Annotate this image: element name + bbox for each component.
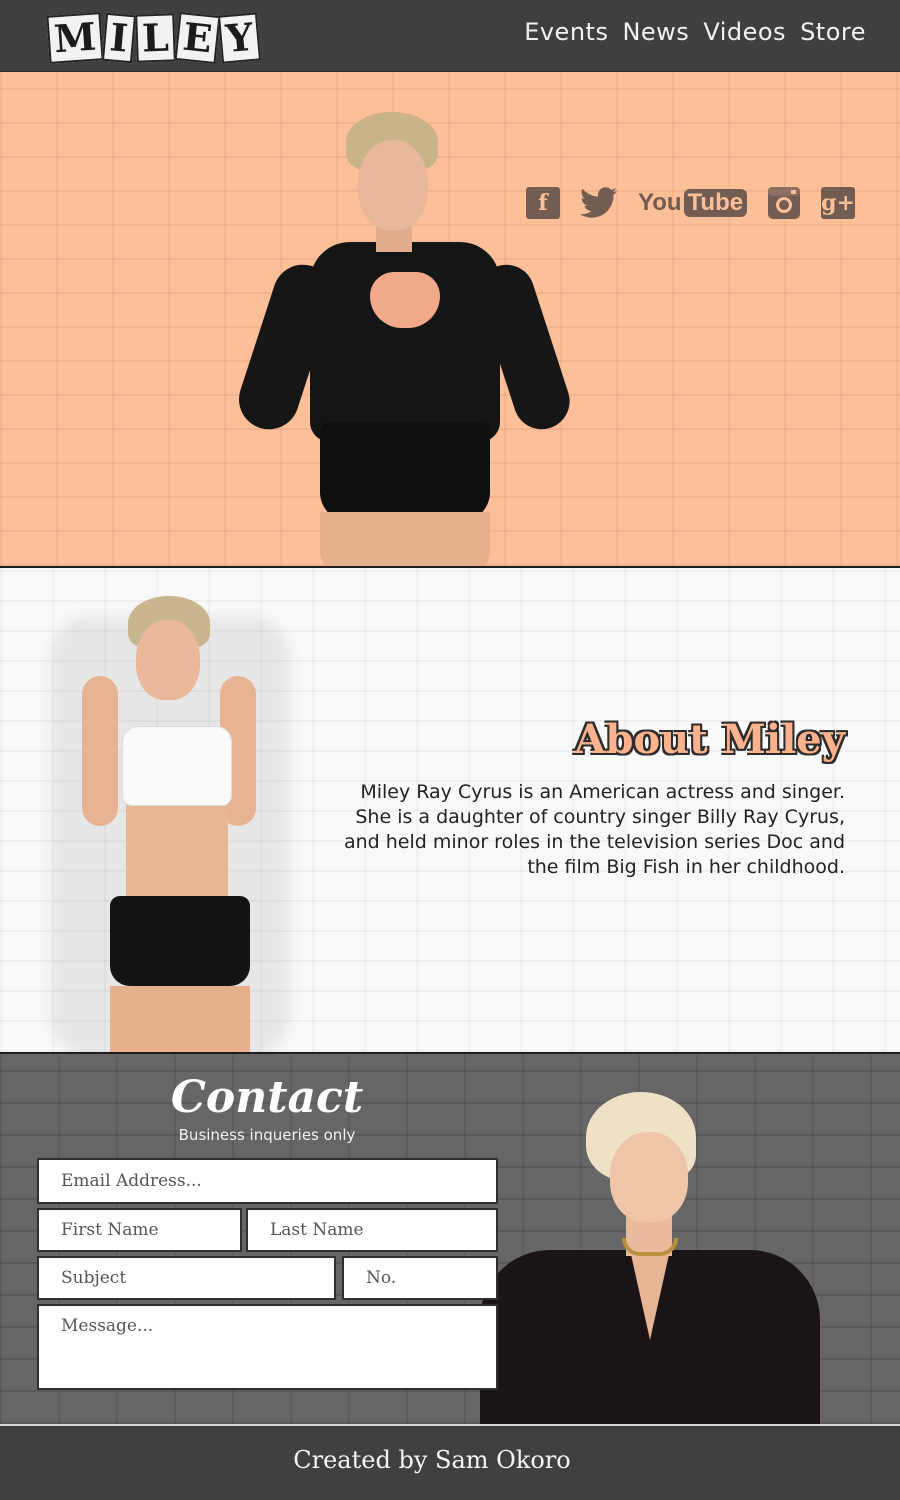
logo-letter: M bbox=[46, 12, 104, 64]
contact-title: Contact bbox=[170, 1072, 364, 1123]
about-title: About Miley bbox=[574, 716, 845, 763]
social-links: f You Tube g+ bbox=[526, 186, 856, 220]
footer-credit: Created by Sam Okoro bbox=[293, 1446, 571, 1474]
site-footer: Created by Sam Okoro bbox=[0, 1428, 900, 1500]
about-section: About Miley Miley Ray Cyrus is an Americ… bbox=[0, 566, 900, 1054]
contact-section: Contact Business inqueries only bbox=[0, 1054, 900, 1426]
nav-store[interactable]: Store bbox=[800, 18, 866, 46]
google-plus-icon[interactable]: g+ bbox=[821, 187, 856, 219]
first-name-field[interactable] bbox=[37, 1208, 242, 1252]
logo-letter: Y bbox=[217, 12, 261, 64]
instagram-icon[interactable] bbox=[767, 186, 801, 220]
number-field[interactable] bbox=[342, 1256, 498, 1300]
youtube-icon[interactable]: You Tube bbox=[638, 189, 748, 217]
hero-section: f You Tube g+ bbox=[0, 72, 900, 566]
about-text: Miley Ray Cyrus is an American actress a… bbox=[343, 781, 845, 878]
message-field[interactable] bbox=[37, 1304, 498, 1390]
logo-letter: I bbox=[102, 12, 136, 64]
nav-videos[interactable]: Videos bbox=[703, 18, 786, 46]
main-nav: Events News Videos Store bbox=[524, 18, 866, 46]
hero-photo bbox=[231, 112, 577, 566]
about-photo bbox=[50, 596, 290, 1052]
logo[interactable]: M I L E Y bbox=[46, 11, 261, 65]
facebook-icon[interactable]: f bbox=[526, 187, 560, 219]
youtube-tube: Tube bbox=[683, 189, 748, 217]
last-name-field[interactable] bbox=[246, 1208, 498, 1252]
logo-letter: E bbox=[174, 11, 220, 65]
site-header: M I L E Y Events News Videos Store bbox=[0, 0, 900, 72]
contact-subtitle: Business inqueries only bbox=[178, 1126, 356, 1144]
email-field[interactable] bbox=[37, 1158, 498, 1204]
subject-field[interactable] bbox=[37, 1256, 336, 1300]
nav-events[interactable]: Events bbox=[524, 18, 608, 46]
youtube-you: You bbox=[638, 189, 682, 216]
twitter-icon[interactable] bbox=[580, 187, 618, 219]
logo-letter: L bbox=[135, 13, 176, 63]
nav-news[interactable]: News bbox=[622, 18, 689, 46]
